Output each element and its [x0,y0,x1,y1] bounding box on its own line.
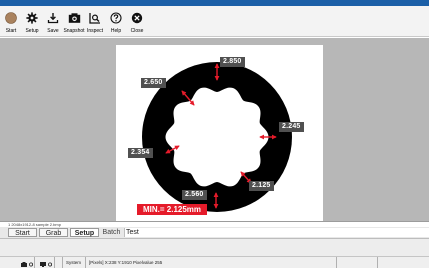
status-divider [62,257,63,268]
start-button[interactable]: Start [1,6,21,36]
system-label: System [66,260,82,265]
measurement-label: 2.560 [182,190,207,200]
status-bar: System [Pixels] X:238 Y:1910 Pixelvalue … [0,256,429,268]
gear-icon [24,10,40,26]
toolbar: Start Setup Save Snapshot Inspect Help C… [0,6,429,37]
gear-ring-part [142,62,292,212]
status-divider [85,257,86,268]
info-status-icon [47,260,53,267]
camera-icon [66,10,82,26]
setup-button[interactable]: Setup [22,6,42,36]
start-label: Start [5,28,17,34]
help-label: Help [110,28,122,34]
min-measurement-badge: MIN.= 2.125mm [137,204,208,215]
snapshot-label: Snapshot [63,28,85,34]
measurement-label: 2.354 [128,148,153,158]
inspect-icon [87,10,103,26]
status-divider [54,257,55,268]
camera-status-icon [21,260,27,267]
help-icon [108,10,124,26]
image-viewer[interactable]: 2.850 2.650 2.245 2.354 2.560 2.125 MIN.… [0,38,429,222]
tab-test[interactable]: Test [124,228,429,237]
download-icon [45,10,61,26]
close-button[interactable]: Close [127,6,147,36]
tab-setup[interactable]: Setup [70,228,99,237]
inspect-label: Inspect [86,28,104,34]
measurement-label: 2.245 [279,122,304,132]
measurement-label: 2.125 [249,181,274,191]
status-divider [34,257,35,268]
save-label: Save [47,28,59,34]
close-label: Close [130,28,144,34]
status-divider [377,257,378,268]
tab-batch[interactable]: Batch [100,228,123,237]
tab-bar: Start Grab Setup Batch Test [0,227,429,239]
measurement-label: 2.850 [220,57,245,67]
measurement-label: 2.650 [141,78,166,88]
help-button[interactable]: Help [106,6,126,36]
status-divider [336,257,337,268]
save-button[interactable]: Save [43,6,63,36]
start-circle-icon [3,10,19,26]
setup-panel [0,239,429,256]
setup-label: Setup [25,28,39,34]
tab-start[interactable]: Start [8,228,37,237]
inspection-image: 2.850 2.650 2.245 2.354 2.560 2.125 MIN.… [116,45,323,222]
close-icon [129,10,145,26]
connection-status-icon [28,260,34,267]
pixel-info: [Pixels] X:238 Y:1910 Pixelvalue 255 [89,260,163,265]
snapshot-button[interactable]: Snapshot [63,6,85,36]
inspect-button[interactable]: Inspect [85,6,105,36]
monitor-status-icon [40,260,46,267]
tab-grab[interactable]: Grab [39,228,68,237]
